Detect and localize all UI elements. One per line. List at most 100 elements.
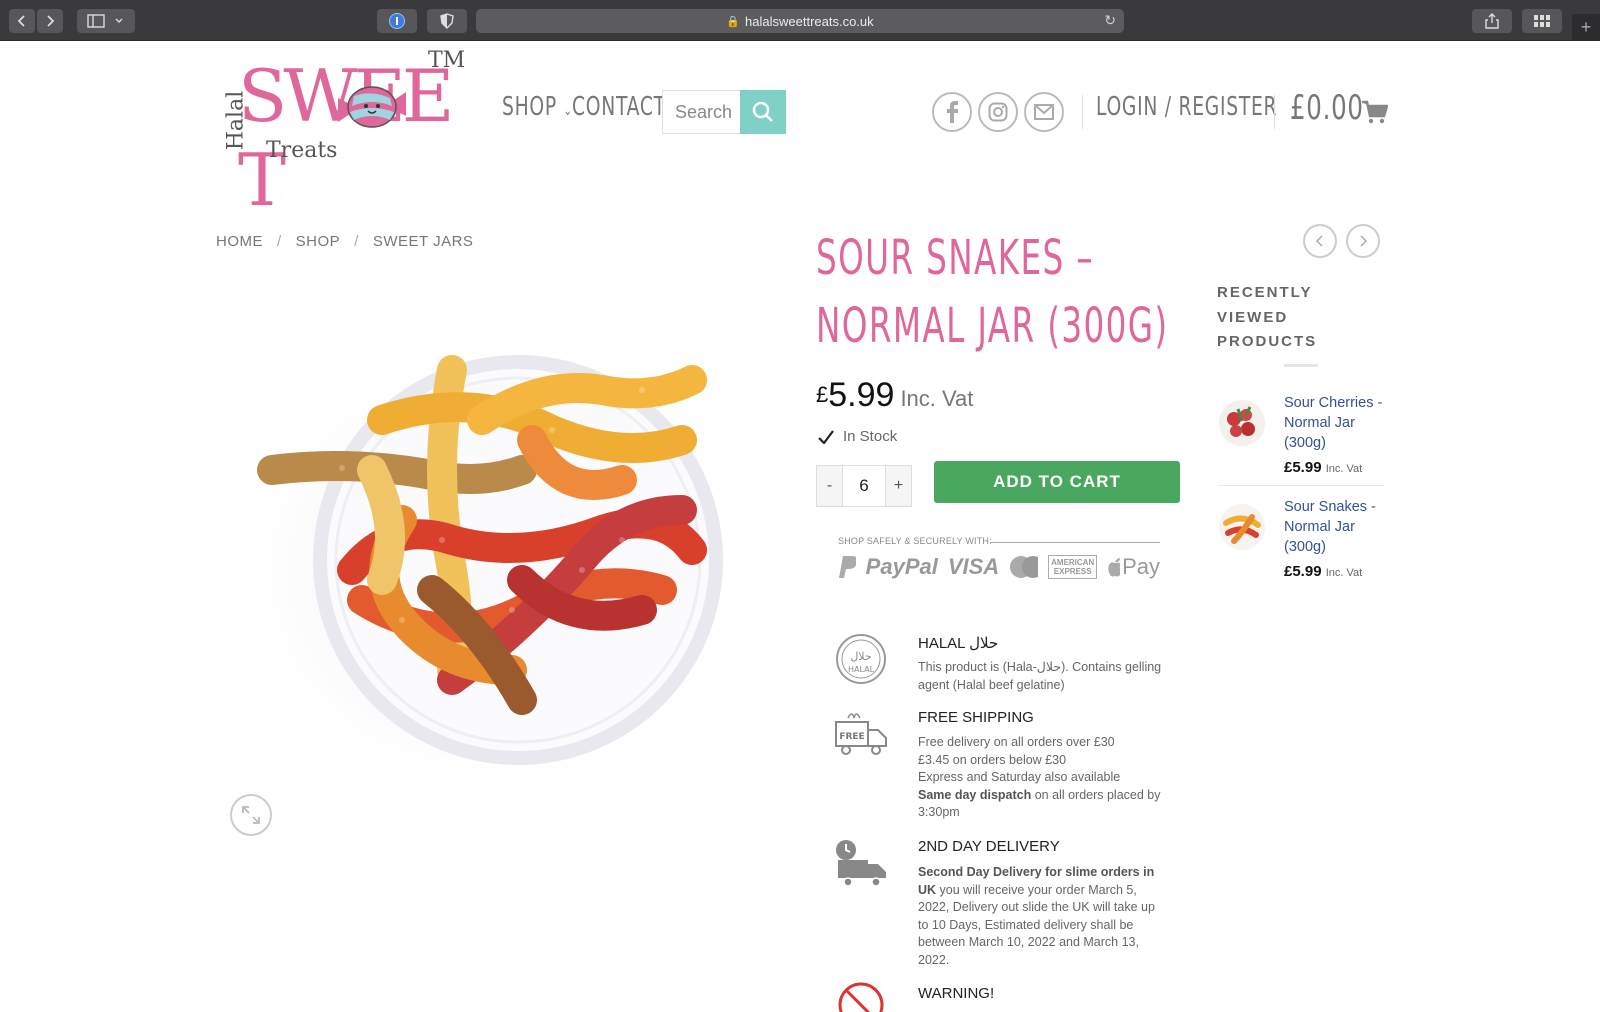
breadcrumb-home[interactable]: HOME <box>216 233 263 250</box>
sidebar-toggle-button[interactable] <box>77 9 135 33</box>
feature-shipping-text: Free delivery on all orders over £30 £3.… <box>918 734 1168 822</box>
site-logo[interactable]: Halal SWEE T Treats TM <box>216 48 476 222</box>
share-button[interactable] <box>1472 9 1512 33</box>
new-tab-button[interactable]: + <box>1572 14 1600 41</box>
feature-warning-title: WARNING! <box>918 985 995 1002</box>
nav-contact[interactable]: CONTACT <box>572 92 666 122</box>
breadcrumb-separator: / <box>277 233 282 250</box>
halal-badge-text: HALAL <box>848 665 875 674</box>
warning-icon <box>838 982 884 1012</box>
breadcrumb-separator: / <box>354 233 359 250</box>
nav-shop[interactable]: SHOP ⌄ <box>502 92 573 122</box>
shipping-line: Free delivery on all orders over £30 <box>918 735 1115 749</box>
header-divider <box>1082 95 1083 129</box>
facebook-button[interactable] <box>932 92 972 132</box>
address-bar[interactable]: 🔒 halalsweettreats.co.uk ↻ <box>476 9 1124 33</box>
visa-logo: VISA <box>947 554 1000 579</box>
product-thumbnail[interactable] <box>1218 503 1266 551</box>
paypal-logo: PayPal <box>865 554 938 579</box>
stock-status: In Stock <box>818 428 897 445</box>
next-product-button[interactable] <box>1346 224 1380 258</box>
checkmark-icon <box>818 429 834 444</box>
quantity-decrease-button[interactable]: - <box>817 466 842 506</box>
envelope-icon <box>1034 104 1054 120</box>
sidebar-divider <box>1218 485 1384 486</box>
feature-shipping-title: FREE SHIPPING <box>918 709 1034 726</box>
search-icon <box>752 101 773 122</box>
cart-total[interactable]: £0.00 <box>1290 88 1364 128</box>
apple-icon <box>1108 558 1121 577</box>
rv-price-vat: Inc. Vat <box>1325 567 1363 579</box>
logo-trademark: TM <box>428 48 466 73</box>
title-underline <box>1284 364 1318 367</box>
paypal-icon <box>839 556 856 578</box>
chevron-left-icon <box>1316 235 1323 247</box>
rv-price-vat: Inc. Vat <box>1325 463 1363 475</box>
email-button[interactable] <box>1024 92 1064 132</box>
password-extension-button[interactable] <box>377 9 417 33</box>
instagram-button[interactable] <box>978 92 1018 132</box>
recently-viewed-name[interactable]: Sour Snakes - Normal Jar (300g) <box>1284 497 1384 557</box>
free-truck-label: FREE <box>839 732 864 742</box>
search-button[interactable] <box>740 90 786 134</box>
add-to-cart-button[interactable]: ADD TO CART <box>934 461 1180 503</box>
payment-label: SHOP SAFELY & SECURELY WITH: <box>838 536 992 546</box>
recently-viewed-title: RECENTLY VIEWED PRODUCTS <box>1217 284 1318 350</box>
zoom-button[interactable] <box>230 794 272 836</box>
cart-icon[interactable] <box>1362 100 1388 124</box>
chevron-right-icon <box>47 15 55 27</box>
amex-logo: AMERICAN EXPRESS <box>1048 555 1098 579</box>
breadcrumb: HOME / SHOP / SWEET JARS <box>216 233 473 250</box>
shield-icon <box>440 13 454 29</box>
login-register-link[interactable]: LOGIN / REGISTER <box>1096 92 1277 122</box>
product-image[interactable] <box>222 270 782 850</box>
payment-methods: SHOP SAFELY & SECURELY WITH: PayPal VISA… <box>838 536 1160 580</box>
nav-shop-label: SHOP <box>502 92 557 122</box>
feature-delivery-text: Second Day Delivery for slime orders in … <box>918 864 1168 970</box>
share-icon <box>1485 13 1499 29</box>
expand-icon <box>242 806 260 824</box>
product-price: £5.99 Inc. Vat <box>816 376 973 415</box>
breadcrumb-shop[interactable]: SHOP <box>296 233 341 250</box>
price-currency: £ <box>816 382 829 407</box>
payment-divider <box>990 542 1160 543</box>
lock-icon: 🔒 <box>726 15 741 28</box>
shipping-line: £3.45 on orders below £30 <box>918 752 1067 767</box>
search-placeholder: Search <box>675 101 733 122</box>
shipping-line: Express and Saturday also available <box>918 770 1121 785</box>
forward-button[interactable] <box>37 9 63 33</box>
logo-treats-text: Treats <box>266 138 338 163</box>
rv-price-amount: £5.99 <box>1284 563 1322 580</box>
apple-pay-logo: Pay <box>1122 554 1160 579</box>
grid-icon <box>1534 15 1550 27</box>
facebook-icon <box>947 101 958 123</box>
breadcrumb-sweet-jars[interactable]: SWEET JARS <box>373 233 474 250</box>
quantity-stepper: - 6 + <box>816 465 912 507</box>
tab-overview-button[interactable] <box>1522 9 1562 33</box>
browser-toolbar: 🔒 halalsweettreats.co.uk ↻ + <box>0 0 1600 41</box>
recently-viewed-name[interactable]: Sour Cherries - Normal Jar (300g) <box>1284 393 1384 453</box>
feature-delivery-title: 2ND DAY DELIVERY <box>918 838 1060 855</box>
sidebar-icon <box>87 14 123 28</box>
candy-icon <box>338 86 406 128</box>
delivery-tail: you will receive your order March 5, 202… <box>918 882 1155 967</box>
recently-viewed-price: £5.99 Inc. Vat <box>1284 563 1362 580</box>
reload-icon[interactable]: ↻ <box>1104 12 1116 29</box>
shipping-dispatch-bold: Same day dispatch <box>918 787 1032 802</box>
header-divider <box>1274 95 1275 129</box>
key-circle-icon <box>389 13 405 29</box>
svg-text:حلال: حلال <box>850 650 871 663</box>
instagram-icon <box>988 102 1008 122</box>
quantity-input[interactable]: 6 <box>842 466 886 506</box>
chevron-right-icon <box>1360 235 1367 247</box>
recently-viewed-price: £5.99 Inc. Vat <box>1284 459 1362 476</box>
privacy-shield-button[interactable] <box>427 9 467 33</box>
back-button[interactable] <box>9 9 35 33</box>
product-thumbnail[interactable] <box>1218 399 1266 447</box>
price-vat: Inc. Vat <box>900 386 974 411</box>
chevron-left-icon <box>17 15 25 27</box>
free-shipping-truck-icon: FREE <box>835 713 887 755</box>
previous-product-button[interactable] <box>1303 224 1337 258</box>
delivery-truck-clock-icon <box>836 840 886 887</box>
quantity-increase-button[interactable]: + <box>886 466 911 506</box>
